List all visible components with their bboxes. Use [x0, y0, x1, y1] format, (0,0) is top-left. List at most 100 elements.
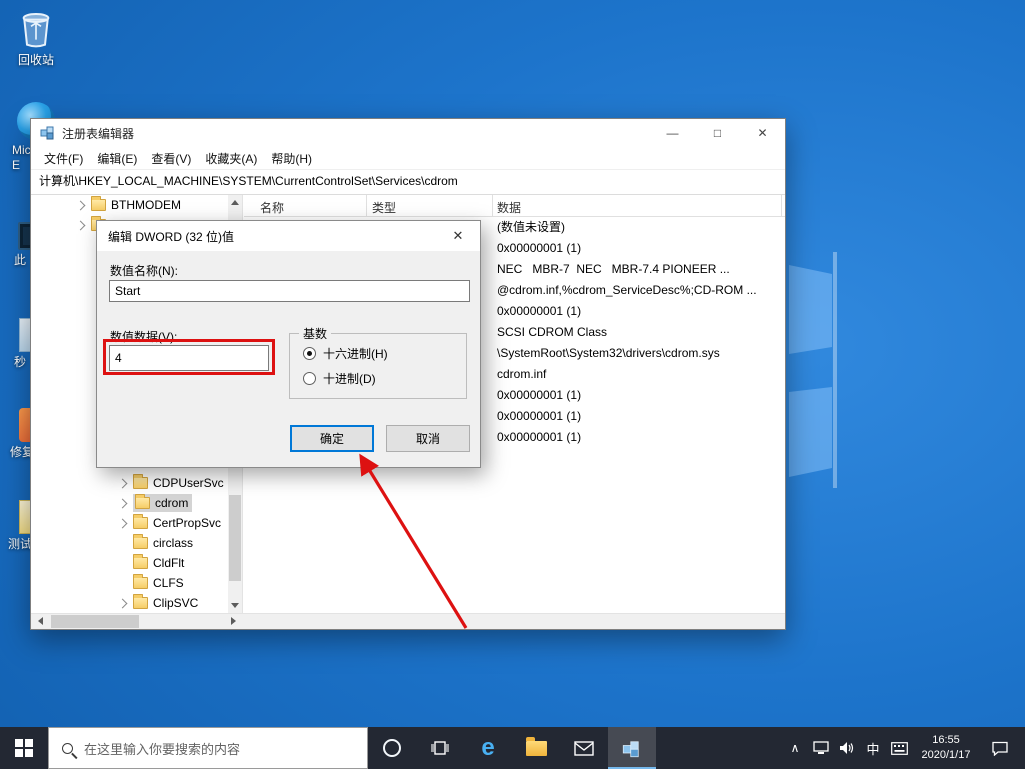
- maximize-button[interactable]: □: [695, 119, 740, 147]
- task-view-button[interactable]: [416, 727, 464, 769]
- radio-hexadecimal[interactable]: 十六进制(H): [303, 345, 388, 362]
- taskbar-clock[interactable]: 16:55 2020/1/17: [912, 733, 980, 764]
- tree-item-circlass[interactable]: circlass: [31, 533, 228, 553]
- clock-date: 2020/1/17: [912, 748, 980, 763]
- windows-logo-icon: [15, 739, 33, 757]
- keyboard-icon: [891, 742, 908, 755]
- tree-item-label: ClipSVC: [153, 596, 198, 610]
- radio-hex-label: 十六进制(H): [323, 345, 388, 362]
- tree-item-label: CldFlt: [153, 556, 184, 570]
- scrollbar-thumb[interactable]: [229, 495, 241, 581]
- minimize-button[interactable]: —: [650, 119, 695, 147]
- clock-time: 16:55: [912, 733, 980, 748]
- chevron-right-icon[interactable]: [118, 518, 128, 528]
- network-button[interactable]: [808, 727, 834, 769]
- cortana-button[interactable]: [368, 727, 416, 769]
- value-name-label: 数值名称(N):: [110, 262, 178, 279]
- folder-icon: [133, 577, 148, 589]
- recycle-bin-icon: [16, 6, 56, 50]
- chevron-right-icon[interactable]: [118, 598, 128, 608]
- column-header-data[interactable]: 数据: [497, 199, 521, 216]
- task-view-icon: [430, 740, 450, 756]
- scrollbar-thumb[interactable]: [51, 615, 139, 628]
- menu-view[interactable]: 查看(V): [144, 148, 198, 169]
- chevron-right-icon[interactable]: [76, 220, 86, 230]
- regedit-app-icon: [40, 125, 56, 141]
- close-button[interactable]: ✕: [740, 119, 785, 147]
- scroll-up-arrow[interactable]: [228, 195, 242, 211]
- chevron-right-icon[interactable]: [76, 200, 86, 210]
- speaker-icon: [839, 741, 855, 755]
- tree-item-label: CLFS: [153, 576, 184, 590]
- system-tray: ∧ 中 16:55 2020/1/17: [782, 727, 1025, 769]
- address-input[interactable]: 计算机\HKEY_LOCAL_MACHINE\SYSTEM\CurrentCon…: [32, 170, 784, 194]
- folder-icon: [91, 199, 106, 211]
- mail-button[interactable]: [560, 727, 608, 769]
- regedit-titlebar[interactable]: 注册表编辑器 — □ ✕: [31, 119, 785, 147]
- folder-icon: [133, 537, 148, 549]
- base-groupbox: 基数 十六进制(H) 十进制(D): [289, 333, 467, 399]
- ime-indicator[interactable]: 中: [860, 727, 886, 769]
- tree-item-cldflt[interactable]: CldFlt: [31, 553, 228, 573]
- value-data-input[interactable]: [109, 345, 269, 371]
- tree-item-label: CertPropSvc: [153, 516, 221, 530]
- menu-edit[interactable]: 编辑(E): [90, 148, 144, 169]
- folder-icon: [133, 517, 148, 529]
- file-explorer-button[interactable]: [512, 727, 560, 769]
- taskbar-search-box[interactable]: 在这里输入你要搜索的内容: [48, 727, 368, 769]
- tree-selection-highlight: cdrom: [133, 494, 192, 512]
- tree-item-clfs[interactable]: CLFS: [31, 573, 228, 593]
- notification-icon: [991, 741, 1009, 756]
- radio-button-checked-icon[interactable]: [303, 347, 316, 360]
- folder-icon: [133, 557, 148, 569]
- tray-expand-button[interactable]: ∧: [782, 727, 808, 769]
- start-button[interactable]: [0, 727, 48, 769]
- tree-item-certpropsvc[interactable]: CertPropSvc: [31, 513, 228, 533]
- scroll-right-arrow[interactable]: [225, 614, 241, 629]
- tree-item-cdrom-selected[interactable]: cdrom: [31, 493, 228, 513]
- values-header: 名称 类型 数据: [244, 195, 785, 217]
- column-header-name[interactable]: 名称: [260, 199, 284, 216]
- tree-item-bthmodem[interactable]: BTHMODEM: [31, 195, 228, 215]
- scroll-down-arrow[interactable]: [228, 597, 242, 613]
- horizontal-scrollbar[interactable]: [31, 613, 785, 629]
- dialog-titlebar[interactable]: 编辑 DWORD (32 位)值 ✕: [97, 221, 480, 251]
- menu-favorites[interactable]: 收藏夹(A): [198, 148, 264, 169]
- value-name-input[interactable]: [109, 280, 470, 302]
- touch-keyboard-button[interactable]: [886, 727, 912, 769]
- radio-decimal[interactable]: 十进制(D): [303, 370, 376, 387]
- folder-icon: [133, 477, 148, 489]
- tree-item-clipsvc[interactable]: ClipSVC: [31, 593, 228, 613]
- tree-item-cdpusersvc[interactable]: CDPUserSvc: [31, 473, 228, 493]
- scroll-left-arrow[interactable]: [33, 614, 49, 629]
- dialog-title: 编辑 DWORD (32 位)值: [108, 228, 436, 245]
- network-icon: [813, 741, 829, 755]
- dialog-close-button[interactable]: ✕: [436, 221, 480, 251]
- menu-help[interactable]: 帮助(H): [264, 148, 319, 169]
- tree-item-label: CDPUserSvc: [153, 476, 224, 490]
- edit-dword-dialog: 编辑 DWORD (32 位)值 ✕ 数值名称(N): 数值数据(V): 基数 …: [96, 220, 481, 468]
- chevron-right-icon[interactable]: [118, 478, 128, 488]
- cancel-button[interactable]: 取消: [386, 425, 470, 452]
- edge-icon: e: [481, 736, 494, 760]
- volume-button[interactable]: [834, 727, 860, 769]
- address-bar: 计算机\HKEY_LOCAL_MACHINE\SYSTEM\CurrentCon…: [31, 169, 785, 195]
- value-data-label: 数值数据(V):: [110, 328, 177, 345]
- folder-icon: [135, 497, 150, 509]
- menu-file[interactable]: 文件(F): [37, 148, 90, 169]
- mail-icon: [574, 741, 594, 756]
- radio-button-icon[interactable]: [303, 372, 316, 385]
- chevron-right-icon[interactable]: [118, 498, 128, 508]
- desktop-icon-label: 回收站: [4, 53, 68, 68]
- regedit-icon: [622, 738, 642, 758]
- base-groupbox-label: 基数: [299, 325, 331, 342]
- tree-item-label: cdrom: [155, 496, 188, 510]
- column-header-type[interactable]: 类型: [372, 199, 396, 216]
- edge-taskbar-button[interactable]: e: [464, 727, 512, 769]
- regedit-taskbar-button[interactable]: [608, 727, 656, 769]
- action-center-button[interactable]: [980, 727, 1020, 769]
- tree-item-label: circlass: [153, 536, 193, 550]
- desktop-icon-recycle-bin[interactable]: 回收站: [4, 6, 68, 68]
- ok-button[interactable]: 确定: [290, 425, 374, 452]
- search-icon: [62, 743, 73, 754]
